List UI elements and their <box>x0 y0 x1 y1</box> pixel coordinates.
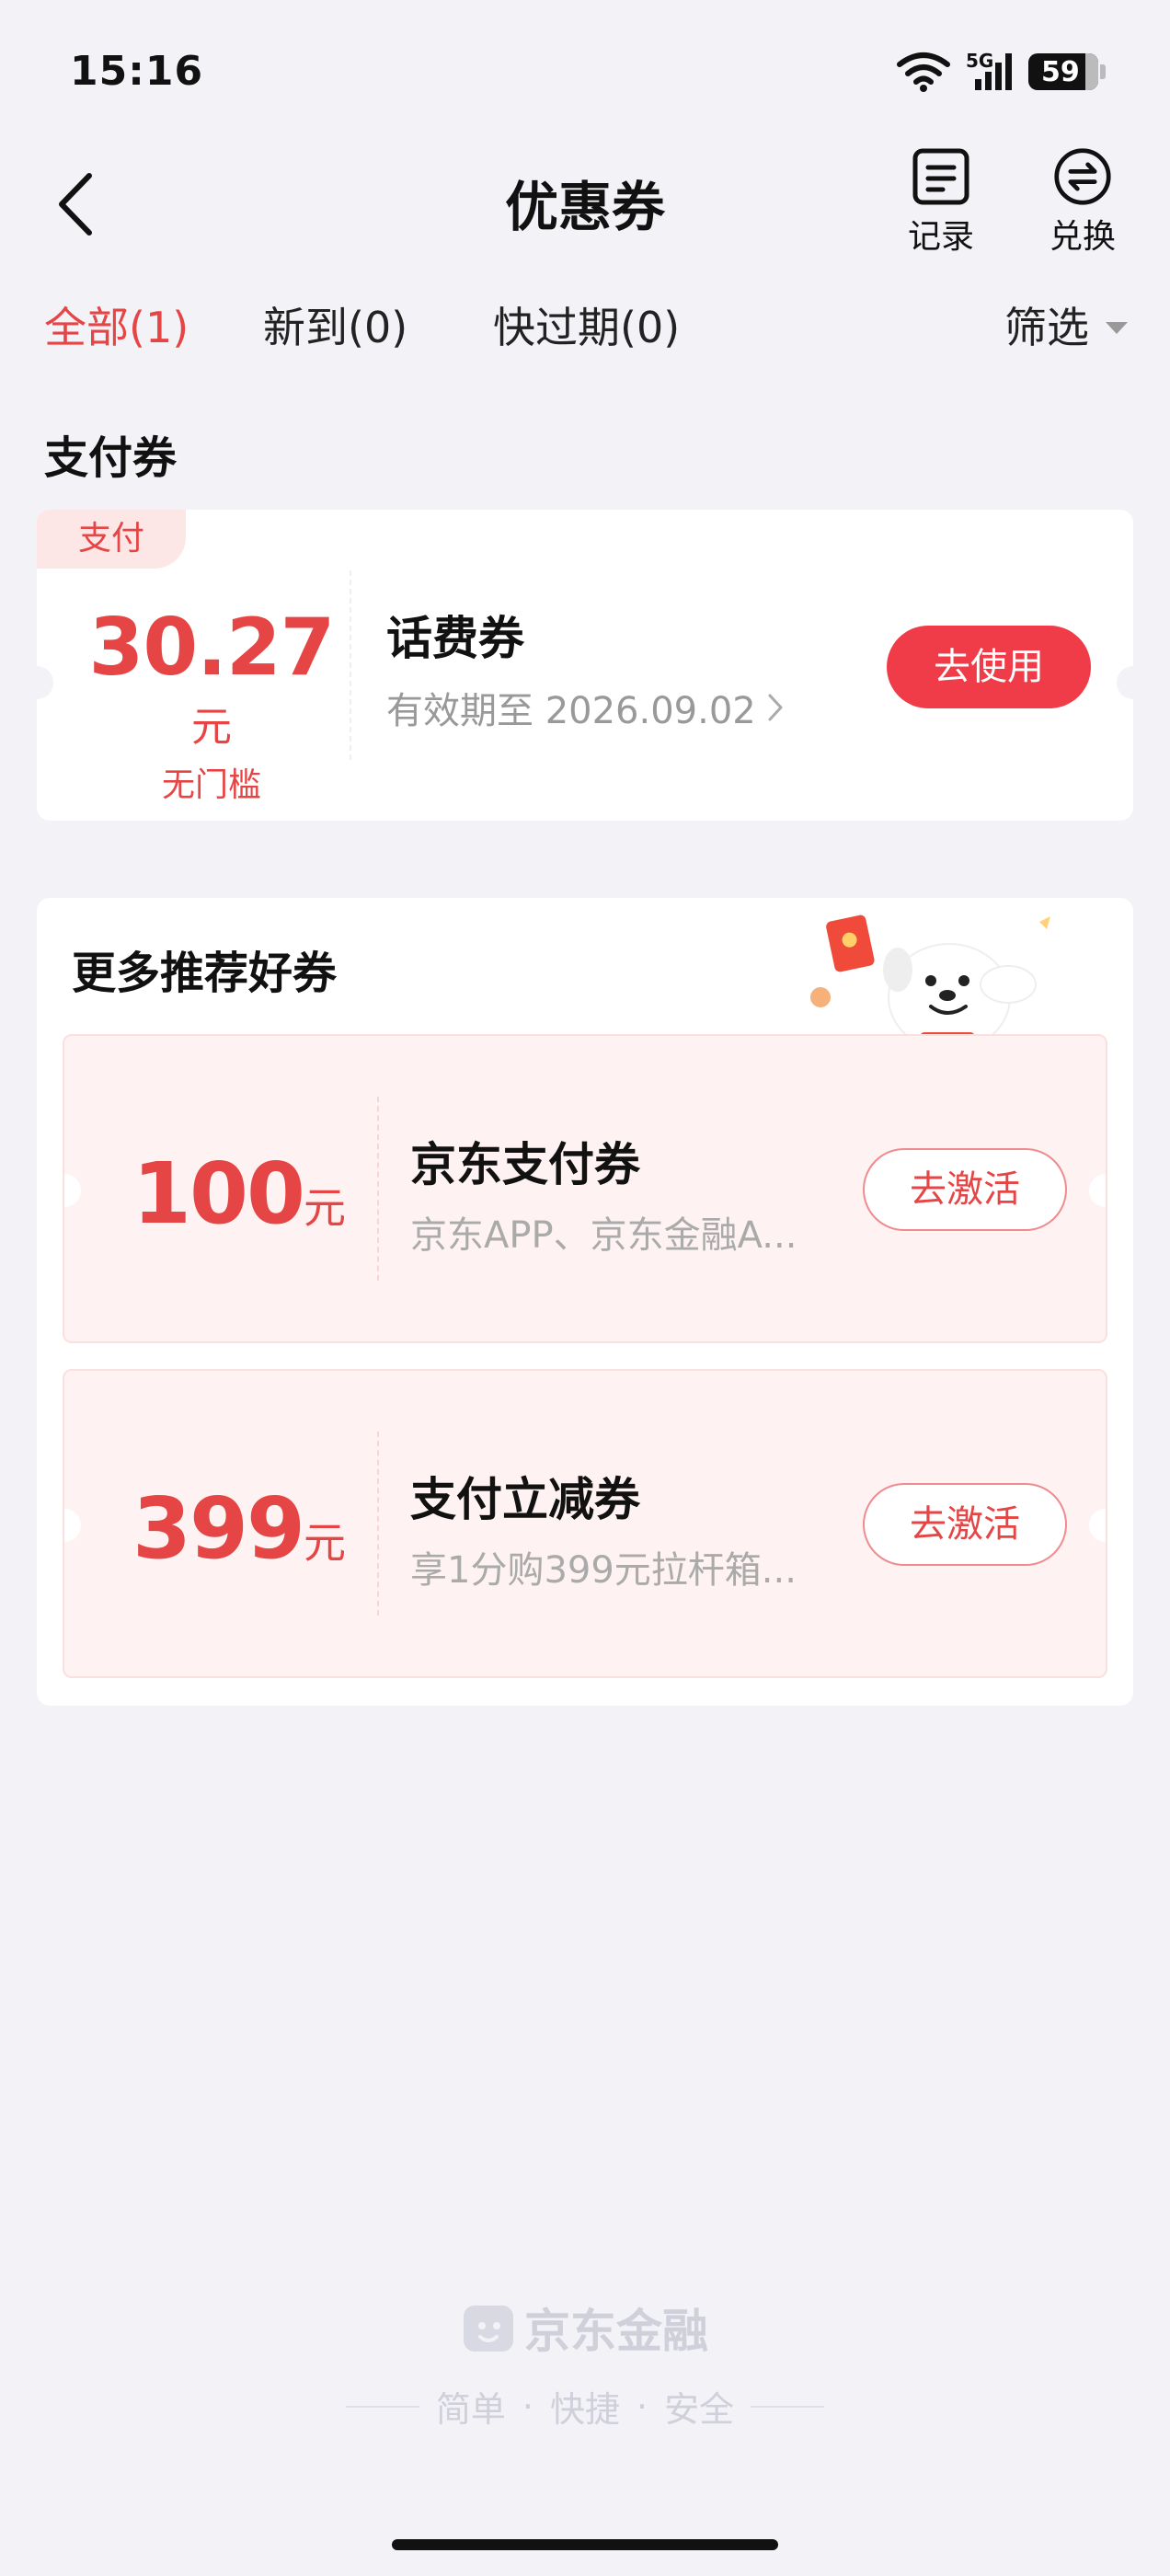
battery-tip <box>1100 64 1106 79</box>
slogan-word: 快捷 <box>549 2389 620 2430</box>
record-button[interactable]: 记录 <box>890 147 992 258</box>
coupon-expiry: 有效期至 2026.09.02 <box>386 690 756 732</box>
coupon-amount-value: 399 <box>132 1479 305 1578</box>
coupon-divider <box>377 1097 379 1281</box>
tab-expiring[interactable]: 快过期(0) <box>493 294 680 355</box>
exchange-label: 兑换 <box>1049 218 1116 256</box>
use-coupon-button[interactable]: 去使用 <box>887 626 1091 708</box>
slogan-line-left <box>345 2405 419 2408</box>
filter-button[interactable]: 筛选 <box>1004 294 1128 355</box>
status-time: 15:16 <box>70 48 204 95</box>
coupon-amount: 100元 <box>92 1144 386 1243</box>
card-notch-left <box>37 666 53 699</box>
battery-level: 59 <box>1041 55 1080 88</box>
card-notch-left <box>64 1174 81 1207</box>
coupon-description: 京东APP、京东金融A... <box>410 1214 797 1257</box>
recommend-coupon-card[interactable]: 399元 支付立减券 享1分购399元拉杆箱... 去激活 <box>63 1369 1107 1678</box>
status-icons: 5G 59 <box>896 50 1106 92</box>
exchange-button[interactable]: 兑换 <box>1032 147 1133 258</box>
coupon-amount-value: 30.27 <box>88 602 335 694</box>
coupon-name: 京东支付券 <box>410 1138 640 1191</box>
activate-button[interactable]: 去激活 <box>863 1148 1067 1231</box>
status-bar: 15:16 5G 59 <box>0 0 1170 147</box>
filter-label: 筛选 <box>1004 303 1089 352</box>
slogan-word: 安全 <box>664 2389 735 2430</box>
nav-header: 优惠券 记录 兑换 <box>0 147 1170 267</box>
coupon-type-tag: 支付 <box>37 510 186 569</box>
card-notch-left <box>64 1509 81 1542</box>
coupon-divider <box>350 570 351 760</box>
mascot-illustration <box>810 914 1050 1043</box>
slogan-word: 简单 <box>435 2389 506 2430</box>
coupon-tabs: 全部(1) 新到(0) 快过期(0) 筛选 <box>0 294 1170 368</box>
recommend-panel: 更多推荐好券 100元 京东支付券 京东APP、京东金融A... 去激活 399… <box>37 898 1133 1706</box>
brand-name: 京东金融 <box>524 2305 708 2358</box>
record-icon <box>912 148 969 205</box>
caret-down-icon <box>1106 321 1128 334</box>
pay-section-title: 支付券 <box>44 432 178 484</box>
slogan-separator: · <box>522 2386 533 2427</box>
activate-button[interactable]: 去激活 <box>863 1483 1067 1566</box>
cellular-signal-icon: 5G <box>966 50 1014 92</box>
slogan-line-right <box>751 2405 825 2408</box>
card-notch-right <box>1089 1509 1106 1542</box>
recommend-coupon-card[interactable]: 100元 京东支付券 京东APP、京东金融A... 去激活 <box>63 1034 1107 1343</box>
brand-slogan: 简单 · 快捷 · 安全 <box>0 2381 1170 2432</box>
coupon-name: 话费券 <box>386 612 524 665</box>
card-notch-right <box>1089 1174 1106 1207</box>
coupon-expiry-link[interactable]: 有效期至 2026.09.02 <box>386 681 784 734</box>
coupon-page: 15:16 5G 59 优惠券 记录 兑换 全部(1) 新到(0) 快过期(0)… <box>0 0 1170 2576</box>
pay-coupon-card[interactable]: 支付 30.27 元 无门槛 话费券 有效期至 2026.09.02 去使用 <box>37 510 1133 821</box>
coupon-name: 支付立减券 <box>410 1473 640 1526</box>
coupon-divider <box>377 1432 379 1616</box>
battery-icon: 59 <box>1028 53 1098 90</box>
page-title: 优惠券 <box>504 176 665 238</box>
coupon-amount-unit: 元 <box>304 1518 347 1568</box>
chevron-right-icon <box>768 694 783 721</box>
brand-logo: 京东金融 <box>462 2294 708 2361</box>
card-notch-right <box>1117 666 1133 699</box>
footer-brand: 京东金融 简单 · 快捷 · 安全 <box>0 2294 1170 2432</box>
slogan-separator: · <box>637 2386 648 2427</box>
exchange-icon <box>1054 148 1111 205</box>
recommend-title: 更多推荐好券 <box>72 948 338 999</box>
coupon-amount-unit: 元 <box>191 704 232 751</box>
coupon-description: 享1分购399元拉杆箱... <box>410 1549 797 1592</box>
jd-mascot-logo-icon <box>464 2306 513 2352</box>
tab-new[interactable]: 新到(0) <box>263 294 407 355</box>
coupon-amount: 399元 <box>92 1479 386 1578</box>
coupon-amount-value: 100 <box>132 1144 305 1243</box>
coupon-amount: 30.27 元 无门槛 <box>74 602 350 806</box>
wifi-icon <box>897 52 950 92</box>
record-label: 记录 <box>907 218 974 256</box>
coupon-condition: 无门槛 <box>161 766 261 804</box>
coupon-amount-unit: 元 <box>304 1183 347 1233</box>
home-indicator[interactable] <box>392 2539 778 2550</box>
tab-all[interactable]: 全部(1) <box>44 294 189 355</box>
